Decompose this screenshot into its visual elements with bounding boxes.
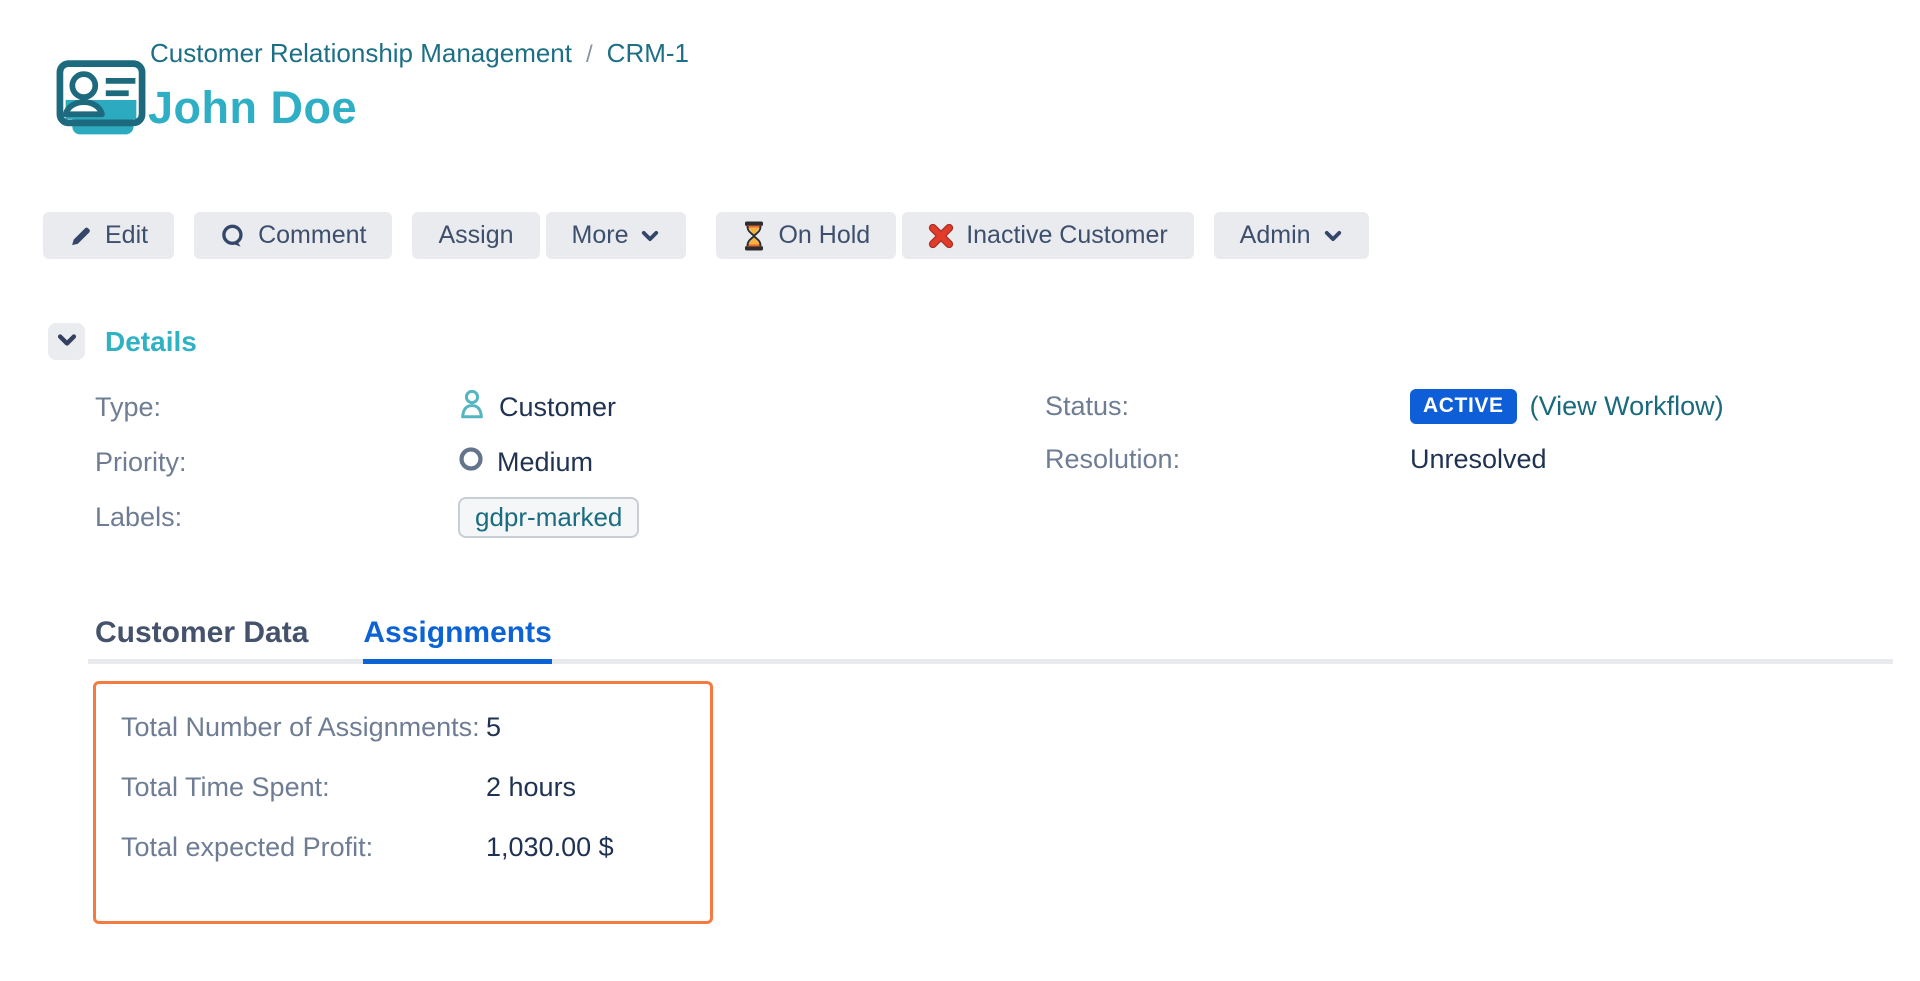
field-labels: Labels: gdpr-marked — [95, 497, 995, 538]
details-section-title[interactable]: Details — [105, 326, 197, 358]
total-expected-profit-label: Total expected Profit: — [121, 824, 486, 870]
label-tag-gdpr-marked[interactable]: gdpr-marked — [458, 497, 639, 538]
chevron-down-icon — [56, 329, 78, 354]
total-time-spent-value: 2 hours — [486, 764, 690, 810]
toolbar: Edit Comment Assign More — [43, 212, 1369, 259]
chevron-down-icon — [1323, 226, 1343, 246]
assign-button-label: Assign — [438, 221, 513, 250]
field-labels-label: Labels: — [95, 502, 458, 533]
status-badge: ACTIVE — [1410, 389, 1517, 424]
field-resolution: Resolution: Unresolved — [1045, 441, 1865, 477]
breadcrumb-project-link[interactable]: Customer Relationship Management — [150, 38, 572, 69]
edit-button[interactable]: Edit — [43, 212, 174, 259]
comment-button[interactable]: Comment — [194, 212, 392, 259]
inactive-customer-button[interactable]: Inactive Customer — [902, 212, 1193, 259]
view-workflow-link[interactable]: (View Workflow) — [1530, 391, 1724, 422]
breadcrumb-issue-key-link[interactable]: CRM-1 — [607, 38, 689, 69]
total-assignments-label: Total Number of Assignments: — [121, 704, 486, 750]
total-time-spent-label: Total Time Spent: — [121, 764, 486, 810]
field-priority-label: Priority: — [95, 447, 458, 478]
assign-button[interactable]: Assign — [412, 212, 539, 259]
assignments-summary-panel: Total Number of Assignments: 5 Total Tim… — [93, 681, 713, 924]
field-priority: Priority: Medium — [95, 444, 995, 480]
edit-button-label: Edit — [105, 221, 148, 250]
details-fields-left: Type: Customer Priority: Med — [95, 388, 995, 538]
tab-customer-data[interactable]: Customer Data — [95, 616, 308, 664]
details-collapse-button[interactable] — [48, 323, 85, 360]
page-title: John Doe — [148, 82, 357, 134]
details-section-header: Details — [48, 323, 197, 360]
field-priority-text: Medium — [497, 447, 593, 478]
field-labels-value: gdpr-marked — [458, 497, 639, 538]
tab-assignments[interactable]: Assignments — [363, 616, 551, 664]
field-type-label: Type: — [95, 392, 458, 423]
more-button[interactable]: More — [546, 212, 687, 259]
tab-bar: Customer Data Assignments — [95, 616, 552, 664]
field-resolution-label: Resolution: — [1045, 444, 1410, 475]
on-hold-button-label: On Hold — [778, 221, 870, 250]
field-status-value: ACTIVE (View Workflow) — [1410, 389, 1724, 424]
red-x-icon — [928, 223, 954, 249]
on-hold-button[interactable]: On Hold — [716, 212, 896, 259]
chevron-down-icon — [640, 226, 660, 246]
field-type-text: Customer — [499, 392, 616, 423]
medium-priority-icon — [458, 446, 484, 479]
inactive-customer-button-label: Inactive Customer — [966, 221, 1167, 250]
field-type: Type: Customer — [95, 388, 995, 427]
field-resolution-value: Unresolved — [1410, 444, 1547, 475]
field-status-label: Status: — [1045, 391, 1410, 422]
breadcrumb: Customer Relationship Management / CRM-1 — [150, 38, 689, 69]
field-status: Status: ACTIVE (View Workflow) — [1045, 388, 1865, 424]
total-expected-profit-value: 1,030.00 $ — [486, 824, 690, 870]
admin-button[interactable]: Admin — [1214, 212, 1369, 259]
total-assignments-value: 5 — [486, 704, 690, 750]
details-fields-right: Status: ACTIVE (View Workflow) Resolutio… — [1045, 388, 1865, 477]
pencil-icon — [69, 224, 93, 248]
contact-card-icon — [53, 56, 149, 142]
admin-button-label: Admin — [1240, 221, 1311, 250]
customer-person-icon — [458, 388, 486, 427]
hourglass-icon — [742, 221, 766, 251]
breadcrumb-separator: / — [586, 41, 593, 69]
field-type-value: Customer — [458, 388, 616, 427]
comment-bubble-icon — [220, 223, 246, 249]
issue-view-page: Customer Relationship Management / CRM-1… — [0, 0, 1920, 981]
more-button-label: More — [572, 221, 629, 250]
field-priority-value: Medium — [458, 446, 593, 479]
comment-button-label: Comment — [258, 221, 366, 250]
